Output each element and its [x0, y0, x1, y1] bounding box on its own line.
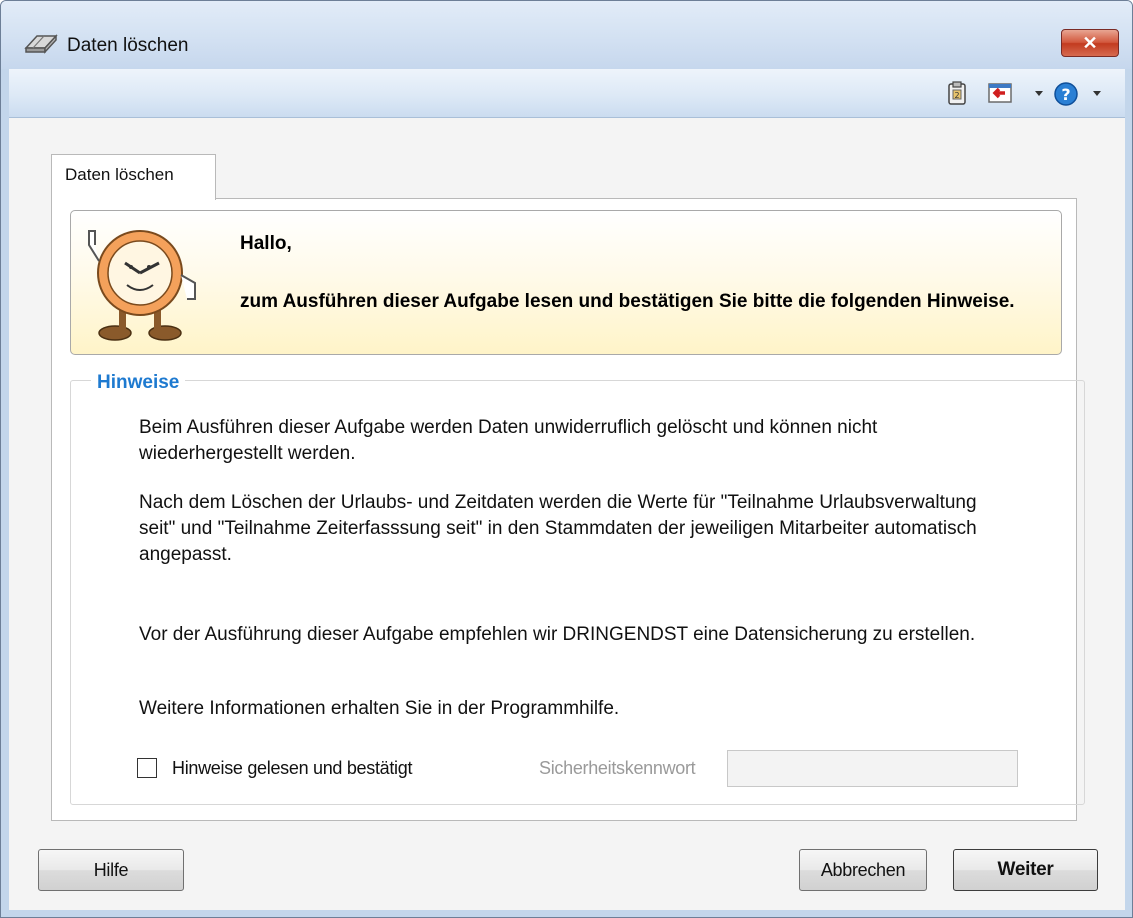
help-button[interactable]: Hilfe — [38, 849, 184, 891]
svg-text:2: 2 — [954, 91, 959, 100]
title-bar[interactable]: Daten löschen ✕ — [1, 1, 1132, 69]
hinweise-title: Hinweise — [91, 372, 186, 394]
password-input[interactable] — [727, 750, 1018, 787]
window-title: Daten löschen — [67, 35, 189, 56]
info-banner: Hallo, zum Ausführen dieser Aufgabe lese… — [70, 210, 1062, 355]
svg-text:?: ? — [1061, 85, 1070, 104]
dropdown-arrow-icon[interactable] — [1034, 85, 1044, 103]
hint-paragraph: Nach dem Löschen der Urlaubs- und Zeitda… — [139, 492, 977, 565]
eraser-icon — [23, 31, 59, 60]
confirm-checkbox-label[interactable]: Hinweise gelesen und bestätigt — [172, 758, 412, 779]
confirm-checkbox[interactable] — [137, 758, 157, 778]
toolbar: 2 ? — [9, 69, 1125, 118]
dialog-window: Daten löschen ✕ 2 ? Daten löschen Hallo,… — [0, 0, 1133, 918]
exit-icon[interactable] — [985, 81, 1015, 110]
hint-paragraph: Weitere Informationen erhalten Sie in de… — [139, 698, 620, 719]
hint-paragraph: Beim Ausführen dieser Aufgabe werden Dat… — [139, 417, 878, 464]
banner-message: zum Ausführen dieser Aufgabe lesen und b… — [240, 291, 1015, 312]
hint-paragraph: Vor der Ausführung dieser Aufgabe empfeh… — [139, 624, 976, 645]
tab-daten-loeschen[interactable]: Daten löschen — [51, 154, 216, 200]
next-button[interactable]: Weiter — [953, 849, 1098, 891]
dropdown-arrow-icon[interactable] — [1092, 85, 1102, 103]
banner-greeting: Hallo, — [240, 233, 292, 254]
cancel-button[interactable]: Abbrechen — [799, 849, 927, 891]
clock-mascot-icon — [77, 215, 207, 350]
close-button[interactable]: ✕ — [1061, 29, 1119, 57]
dialog-client-area: Daten löschen Hallo, zum Ausführen diese… — [9, 118, 1125, 910]
help-icon[interactable]: ? — [1053, 81, 1079, 112]
password-label: Sicherheitskennwort — [539, 758, 696, 778]
clipboard-icon[interactable]: 2 — [947, 81, 967, 110]
